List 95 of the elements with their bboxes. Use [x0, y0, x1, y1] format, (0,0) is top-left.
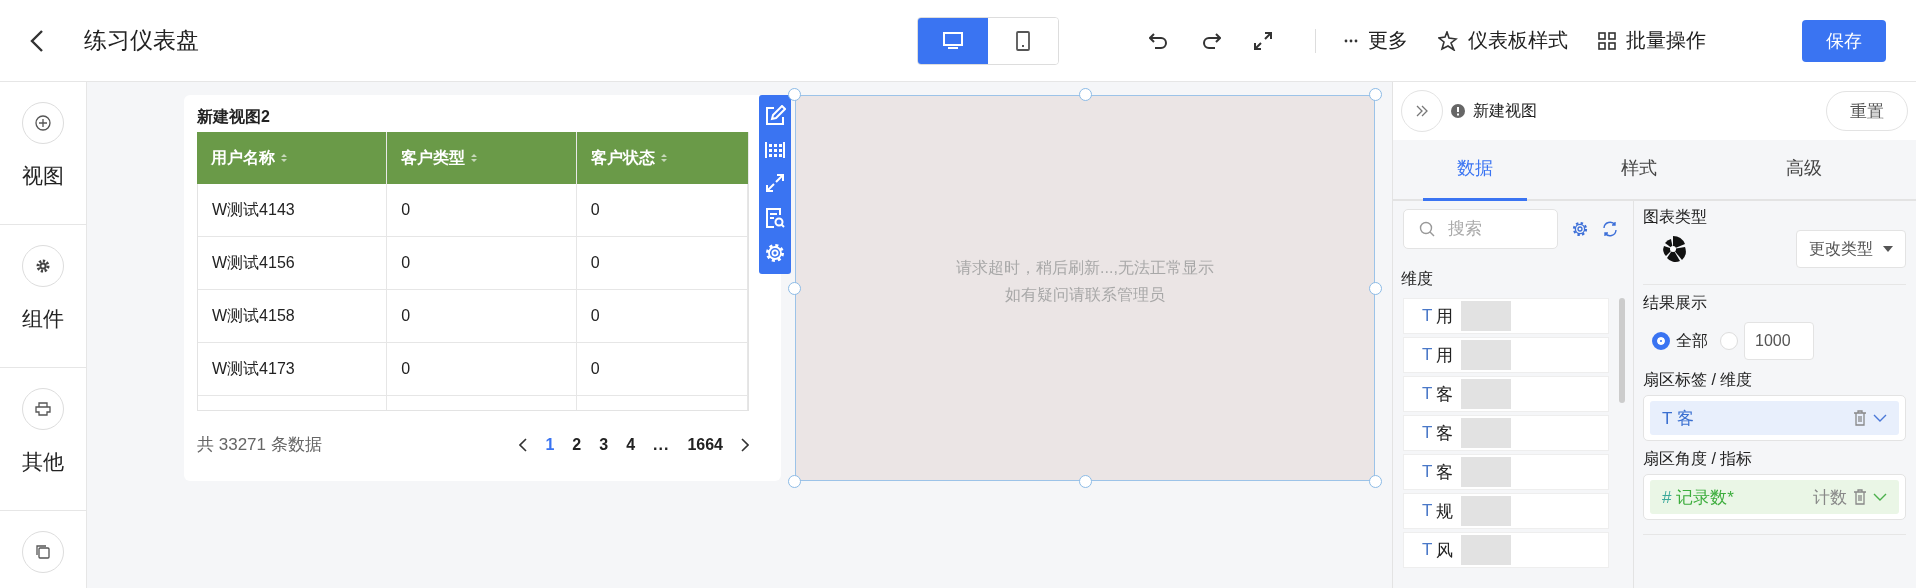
blur-patch: [1461, 535, 1512, 565]
change-type-dropdown[interactable]: 更改类型: [1796, 230, 1906, 268]
settings-icon[interactable]: [764, 242, 786, 265]
printer-icon: [35, 401, 51, 417]
total-count: 共 33271 条数据: [197, 434, 322, 456]
field-item[interactable]: T 客: [1403, 376, 1609, 412]
section-label: 图表类型: [1643, 207, 1708, 227]
page-link[interactable]: 3: [599, 435, 609, 454]
copy-icon: [35, 544, 51, 560]
gear-icon: [35, 258, 51, 274]
device-toggle[interactable]: [918, 17, 988, 64]
field-item[interactable]: T 规: [1403, 493, 1609, 529]
view-name: 新建视图: [1473, 100, 1537, 121]
sort-icon: [281, 153, 287, 163]
section-label: 扇区角度 / 指标: [1643, 449, 1754, 469]
dimension-pill[interactable]: T 客: [1650, 401, 1899, 435]
table-cell: 0: [576, 237, 748, 289]
resize-handle[interactable]: [1369, 475, 1382, 488]
trash-icon[interactable]: [1853, 489, 1867, 505]
page-link[interactable]: 1664: [687, 435, 723, 454]
table-cell: 0: [387, 343, 577, 395]
widget-title: 新建视图2: [197, 107, 271, 127]
blur-patch: [1461, 379, 1512, 409]
table-cell: W测试4158: [198, 290, 388, 342]
blur-patch: [1461, 457, 1512, 487]
field-item[interactable]: T 客: [1403, 454, 1609, 490]
trash-icon[interactable]: [1853, 410, 1867, 426]
panel-tab[interactable]: 高级: [1751, 140, 1856, 199]
field-item[interactable]: T 风: [1403, 532, 1609, 568]
page-link[interactable]: 2: [572, 435, 582, 454]
dots-icon: [1344, 38, 1358, 43]
panel-tab[interactable]: 样式: [1587, 140, 1692, 199]
panel-tab[interactable]: 数据: [1423, 140, 1528, 201]
table-cell: 0: [387, 184, 577, 236]
blur-patch: [1461, 340, 1512, 370]
chevron-down-icon[interactable]: [1873, 493, 1887, 501]
sort-icon: [471, 153, 477, 163]
sidebar-label: 其他: [22, 449, 64, 475]
resize-handle[interactable]: [1369, 88, 1382, 101]
edit-icon[interactable]: [764, 104, 786, 127]
section-label: 维度: [1401, 269, 1434, 289]
sidebar-label: 组件: [22, 306, 64, 332]
section-label: 结果展示: [1643, 293, 1708, 313]
save-button[interactable]: 保存: [1802, 19, 1886, 62]
back-icon[interactable]: [30, 28, 44, 53]
table-cell: W测试4173: [198, 343, 388, 395]
next-page-icon[interactable]: [741, 437, 749, 452]
plus-circle-icon: [35, 115, 51, 131]
blur-patch: [1461, 301, 1512, 331]
field-item[interactable]: T 客: [1403, 415, 1609, 451]
blur-patch: [1461, 418, 1512, 448]
expand-icon[interactable]: [1253, 30, 1273, 51]
sidebar-label: 视图: [22, 163, 64, 189]
error-message: 如有疑问请联系管理员: [1005, 284, 1165, 305]
radio-label: 全部: [1676, 330, 1708, 351]
refresh-icon[interactable]: [1602, 221, 1618, 237]
double-chevron-icon: [1416, 105, 1428, 117]
blur-patch: [1461, 496, 1512, 526]
menu-button[interactable]: 仪表板样式: [1438, 27, 1568, 54]
table-cell: 0: [576, 343, 748, 395]
field-item[interactable]: T 用: [1403, 298, 1609, 334]
search-icon: [1419, 221, 1435, 237]
menu-button[interactable]: 批量操作: [1598, 27, 1706, 54]
document-search-icon[interactable]: [765, 206, 785, 229]
menu-button[interactable]: 更多: [1344, 27, 1408, 54]
page-link[interactable]: 1: [545, 435, 555, 454]
phone-icon: [1016, 30, 1030, 51]
grid-dots-icon[interactable]: [764, 140, 786, 161]
caret-icon: [1883, 246, 1893, 252]
undo-icon[interactable]: [1149, 31, 1169, 50]
search-field[interactable]: 搜索: [1403, 209, 1558, 249]
monitor-icon: [943, 31, 963, 50]
table-cell: W测试4143: [198, 184, 388, 236]
redo-icon[interactable]: [1201, 31, 1221, 50]
limit-input[interactable]: 1000: [1744, 322, 1814, 360]
page-link[interactable]: 4: [626, 435, 636, 454]
prev-page-icon[interactable]: [519, 437, 528, 452]
error-message: 请求超时，稍后刷新...,无法正常显示: [956, 257, 1214, 278]
grid-icon: [1598, 31, 1616, 50]
section-label: 扇区标签 / 维度: [1643, 370, 1754, 390]
table-cell: 0: [576, 290, 748, 342]
table-cell: W测试4156: [198, 237, 388, 289]
table-cell: 0: [576, 184, 748, 236]
table-cell: 0: [387, 290, 577, 342]
field-item[interactable]: T 用: [1403, 337, 1609, 373]
page-ellipsis[interactable]: ...: [653, 435, 670, 454]
table-cell: 0: [387, 237, 577, 289]
resize-handle[interactable]: [788, 475, 801, 488]
settings-icon[interactable]: [1572, 221, 1588, 237]
reset-button[interactable]: 重置: [1826, 91, 1908, 131]
chevron-down-icon[interactable]: [1873, 414, 1887, 422]
info-icon: [1451, 104, 1465, 118]
dashboard-title: 练习仪表盘: [84, 26, 199, 55]
sort-icon: [661, 153, 667, 163]
radio-button[interactable]: [1652, 332, 1670, 350]
